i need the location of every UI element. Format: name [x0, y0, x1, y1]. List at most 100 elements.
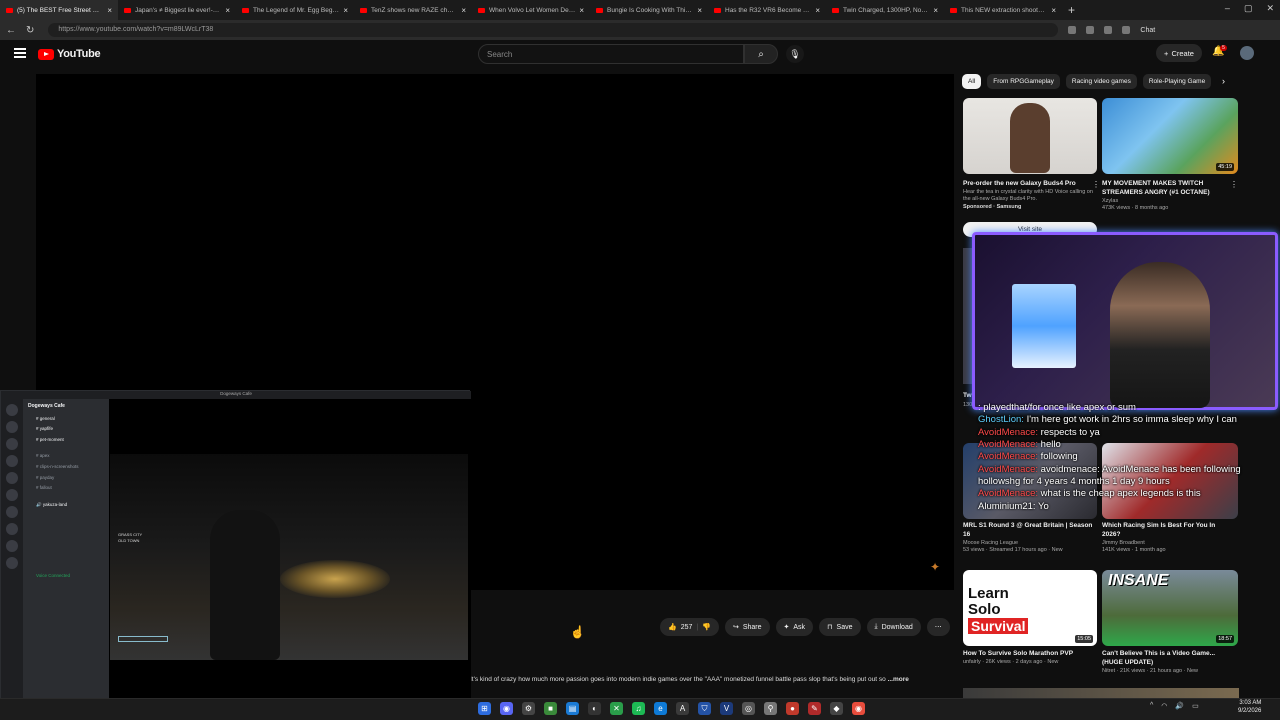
reload-icon[interactable]: ↻: [26, 25, 34, 36]
video-card[interactable]: How To Survive Solo Marathon PVP unfairl…: [963, 650, 1093, 666]
browser-tab[interactable]: This NEW extraction shooter is W×: [944, 0, 1062, 20]
channel-item[interactable]: # clips-n-screenshots: [28, 462, 104, 473]
chip[interactable]: Role-Playing Game: [1142, 74, 1212, 89]
start-icon[interactable]: ⊞: [478, 702, 491, 715]
browser-tab[interactable]: TenZ shows new RAZE changes ×: [354, 0, 472, 20]
close-tab-icon[interactable]: ×: [107, 6, 112, 15]
video-card[interactable]: MRL S1 Round 3 @ Great Britain | Season …: [963, 522, 1093, 555]
channel-item[interactable]: 🔊 yakuza-land: [28, 499, 104, 510]
browser-tab[interactable]: Has the R32 VR6 Become TOO Co×: [708, 0, 826, 20]
app-icon[interactable]: ✎: [808, 702, 821, 715]
server-name[interactable]: Dogeways Cafe: [28, 403, 104, 409]
server-icon[interactable]: [6, 438, 18, 450]
server-icon[interactable]: [6, 404, 18, 416]
volume-icon[interactable]: 🔊: [1175, 702, 1184, 710]
edge-icon[interactable]: e: [654, 702, 667, 715]
ask-button[interactable]: ✦ Ask: [775, 618, 814, 636]
ad-card[interactable]: Pre-order the new Galaxy Buds4 Pro Hear …: [963, 180, 1093, 212]
download-button[interactable]: ⤓ Download: [866, 618, 921, 636]
browser-tab[interactable]: Bungie Is Cooking With This... ×: [590, 0, 708, 20]
minimize-icon[interactable]: –: [1225, 3, 1230, 14]
video-card[interactable]: Can't Believe This is a Video Game... (H…: [1102, 650, 1228, 675]
back-icon[interactable]: ←: [6, 25, 16, 36]
show-more-link[interactable]: ...more: [888, 676, 909, 683]
server-icon[interactable]: [6, 489, 18, 501]
server-icon[interactable]: [6, 557, 18, 569]
server-icon[interactable]: [6, 455, 18, 467]
spotify-icon[interactable]: ♫: [632, 702, 645, 715]
server-icon[interactable]: [6, 421, 18, 433]
server-icon[interactable]: [6, 523, 18, 535]
address-bar[interactable]: https://www.youtube.com/watch?v=m89LWcLr…: [48, 23, 1059, 37]
extension-icon[interactable]: [1104, 26, 1113, 34]
server-icon[interactable]: [6, 506, 18, 518]
settings-icon[interactable]: ⚙: [522, 702, 535, 715]
profile-icon[interactable]: [1122, 26, 1131, 34]
chip[interactable]: From RPGGameplay: [987, 74, 1060, 89]
close-tab-icon[interactable]: ×: [579, 6, 584, 15]
save-button[interactable]: ⊓ Save: [819, 618, 861, 636]
server-icon[interactable]: [6, 540, 18, 552]
app-icon[interactable]: ⚲: [764, 702, 777, 715]
vpn-icon[interactable]: V: [720, 702, 733, 715]
youtube-logo[interactable]: YouTube: [38, 48, 101, 60]
maximize-icon[interactable]: ▢: [1244, 3, 1253, 14]
share-button[interactable]: ↪ Share: [724, 618, 770, 636]
browser-tab[interactable]: The Legend of Mr. Egg Begins ×: [236, 0, 354, 20]
avatar[interactable]: [1240, 46, 1254, 60]
steam-icon[interactable]: ◐: [588, 702, 601, 715]
browser-tab[interactable]: Japan's ≠ Biggest lie ever!-280 H ×: [118, 0, 236, 20]
channel-item[interactable]: # general: [28, 413, 104, 424]
video-card[interactable]: MY MOVEMENT MAKES TWITCH STREAMERS ANGRY…: [1102, 180, 1228, 213]
new-tab-button[interactable]: +: [1062, 3, 1081, 17]
like-button[interactable]: 👍 257 | 👎: [660, 618, 719, 636]
more-actions-button[interactable]: ⋯: [926, 618, 950, 636]
more-vertical-icon[interactable]: ⋮: [1092, 180, 1100, 189]
channel-item[interactable]: # fallout: [28, 483, 104, 494]
close-tab-icon[interactable]: ×: [1051, 6, 1056, 15]
thumbs-down-icon[interactable]: 👎: [702, 623, 711, 631]
video-card[interactable]: Which Racing Sim Is Best For You In 2026…: [1102, 522, 1228, 555]
search-button[interactable]: ⌕: [744, 44, 778, 64]
minecraft-icon[interactable]: ■: [544, 702, 557, 715]
chevron-right-icon[interactable]: ›: [1222, 76, 1225, 86]
explorer-icon[interactable]: ▤: [566, 702, 579, 715]
close-tab-icon[interactable]: ×: [815, 6, 820, 15]
chevron-up-icon[interactable]: ^: [1150, 702, 1153, 710]
close-tab-icon[interactable]: ×: [225, 6, 230, 15]
channel-item[interactable]: # pet-moment: [28, 434, 104, 445]
battery-icon[interactable]: ▭: [1192, 702, 1199, 710]
discord-icon[interactable]: ◉: [500, 702, 513, 715]
channel-watermark-icon[interactable]: ✦: [930, 560, 944, 574]
wifi-icon[interactable]: ◠: [1161, 702, 1167, 710]
hamburger-menu-icon[interactable]: [14, 48, 26, 58]
chip[interactable]: Racing video games: [1065, 74, 1137, 89]
extension-icon[interactable]: [1086, 26, 1095, 34]
voice-search-button[interactable]: 🎙: [786, 45, 804, 63]
close-tab-icon[interactable]: ×: [461, 6, 466, 15]
extension-icon[interactable]: [1068, 26, 1077, 34]
app-icon[interactable]: ◉: [852, 702, 865, 715]
clock[interactable]: 3:03 AM 9/2/2026: [1238, 700, 1261, 716]
create-button[interactable]: + Create: [1156, 44, 1202, 62]
browser-tab[interactable]: When Volvo Let Women Design a×: [472, 0, 590, 20]
video-thumbnail[interactable]: 45:19: [1102, 98, 1238, 174]
channel-item[interactable]: # payday: [28, 472, 104, 483]
close-window-icon[interactable]: ✕: [1266, 3, 1274, 14]
app-icon[interactable]: ◆: [830, 702, 843, 715]
chip-all[interactable]: All: [962, 74, 982, 89]
app-icon[interactable]: ●: [786, 702, 799, 715]
more-vertical-icon[interactable]: ⋮: [1230, 180, 1238, 189]
browser-tab[interactable]: (5) The BEST Free Street Raci ×: [0, 0, 118, 20]
search-input[interactable]: Search: [478, 44, 744, 64]
chat-button[interactable]: Chat: [1140, 27, 1155, 34]
close-tab-icon[interactable]: ×: [343, 6, 348, 15]
server-icon[interactable]: [6, 472, 18, 484]
app-icon[interactable]: A: [676, 702, 689, 715]
video-description[interactable]: It's kind of crazy how much more passion…: [470, 676, 954, 690]
channel-item[interactable]: # apex: [28, 451, 104, 462]
close-tab-icon[interactable]: ×: [697, 6, 702, 15]
close-tab-icon[interactable]: ×: [933, 6, 938, 15]
obs-icon[interactable]: ◎: [742, 702, 755, 715]
shield-icon[interactable]: ⛉: [698, 702, 711, 715]
